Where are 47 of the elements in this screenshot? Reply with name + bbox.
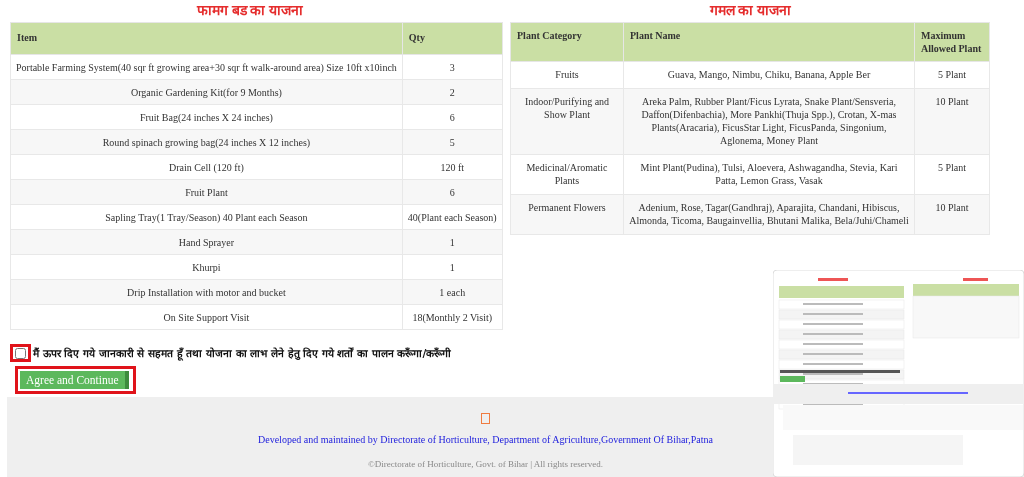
table-cell: 1 each xyxy=(402,279,503,305)
table-cell: 40(Plant each Season) xyxy=(402,204,503,230)
column-header: Plant Name xyxy=(623,22,915,62)
table-cell: Khurpi xyxy=(10,254,403,280)
table-cell: 2 xyxy=(402,79,503,105)
table-cell: Mint Plant(Pudina), Tulsi, Aloevera, Ashwagandha, Stevia, Kari Patta, Lemon Grass, Vasak xyxy=(623,154,915,195)
consent-text: मैं ऊपर दिए गये जानकारी से सहमत हूँ तथा योजना का लाभ लेने हेतु दिए गये शर्तों का पालन करूँगा/करूँगी xyxy=(33,346,452,360)
table-cell: Sapling Tray(1 Tray/Season) 40 Plant each Season xyxy=(10,204,403,230)
table-cell: Hand Sprayer xyxy=(10,229,403,255)
table-cell: Adenium, Rose, Tagar(Gandhraj), Aparajita, Chandani, Hibiscus, Almonda, Ticoma, Baugainvellia, Bhutani Malika, Bela/Juhi/Chameli xyxy=(623,194,915,235)
table-cell: 3 xyxy=(402,54,503,80)
table-title: गमल का याजना xyxy=(709,2,791,20)
column-header: Qty xyxy=(402,22,503,55)
column-header: Plant Category xyxy=(510,22,624,62)
table-cell: Fruit Bag(24 inches X 24 inches) xyxy=(10,104,403,130)
table-cell: 5 Plant xyxy=(914,154,990,195)
table-cell: 1 xyxy=(402,229,503,255)
table-cell: 5 Plant xyxy=(914,61,990,89)
table-cell: 5 xyxy=(402,129,503,155)
consent-checkbox[interactable] xyxy=(15,347,26,359)
table-cell: 6 xyxy=(402,104,503,130)
column-header: Maximum Allowed Plant xyxy=(914,22,990,62)
column-header: Item xyxy=(10,22,403,55)
table-cell: Organic Gardening Kit(for 9 Months) xyxy=(10,79,403,105)
table-cell: 10 Plant xyxy=(914,88,990,155)
agree-button[interactable]: Agree and Continue xyxy=(20,371,129,389)
table-cell: 10 Plant xyxy=(914,194,990,235)
table-cell: Permanent Flowers xyxy=(510,194,624,235)
table-cell: Round spinach growing bag(24 inches X 12 inches) xyxy=(10,129,403,155)
broken-image-icon xyxy=(481,413,490,424)
table-cell: 1 xyxy=(402,254,503,280)
table-cell: Drain Cell (120 ft) xyxy=(10,154,403,180)
table-cell: On Site Support Visit xyxy=(10,304,403,330)
table-cell: Fruits xyxy=(510,61,624,89)
table-cell: Guava, Mango, Nimbu, Chiku, Banana, Apple Ber xyxy=(623,61,915,89)
table-title: फामग बड का याजना xyxy=(197,2,303,20)
table-cell: Portable Farming System(40 sqr ft growing area+30 sqr ft walk-around area) Size 10ft x10inch xyxy=(10,54,403,80)
table-cell: 120 ft xyxy=(402,154,503,180)
table-cell: Medicinal/Aromatic Plants xyxy=(510,154,624,195)
table-cell: Areka Palm, Rubber Plant/Ficus Lyrata, Snake Plant/Sensveria, Daffon(Difenbachia), More Pankhi(Thuja Spp.), Crotan, X-mas Plants(Aracaria), FicusStar Light, FicusPanda, Singonium, Aglonema, Money Plant xyxy=(623,88,915,155)
footer-credit: Developed and maintained by Directorate of Horticulture, Department of Agriculture,Government Of Bihar,Patna xyxy=(258,434,713,445)
table-cell: Indoor/Purifying and Show Plant xyxy=(510,88,624,155)
table-cell: Fruit Plant xyxy=(10,179,403,205)
table-cell: Drip Installation with motor and bucket xyxy=(10,279,403,305)
table-cell: 6 xyxy=(402,179,503,205)
copyright-text: ©Directorate of Horticulture, Govt. of Bihar | All rights reserved. xyxy=(367,459,604,469)
table-cell: 18(Monthly 2 Visit) xyxy=(402,304,503,330)
